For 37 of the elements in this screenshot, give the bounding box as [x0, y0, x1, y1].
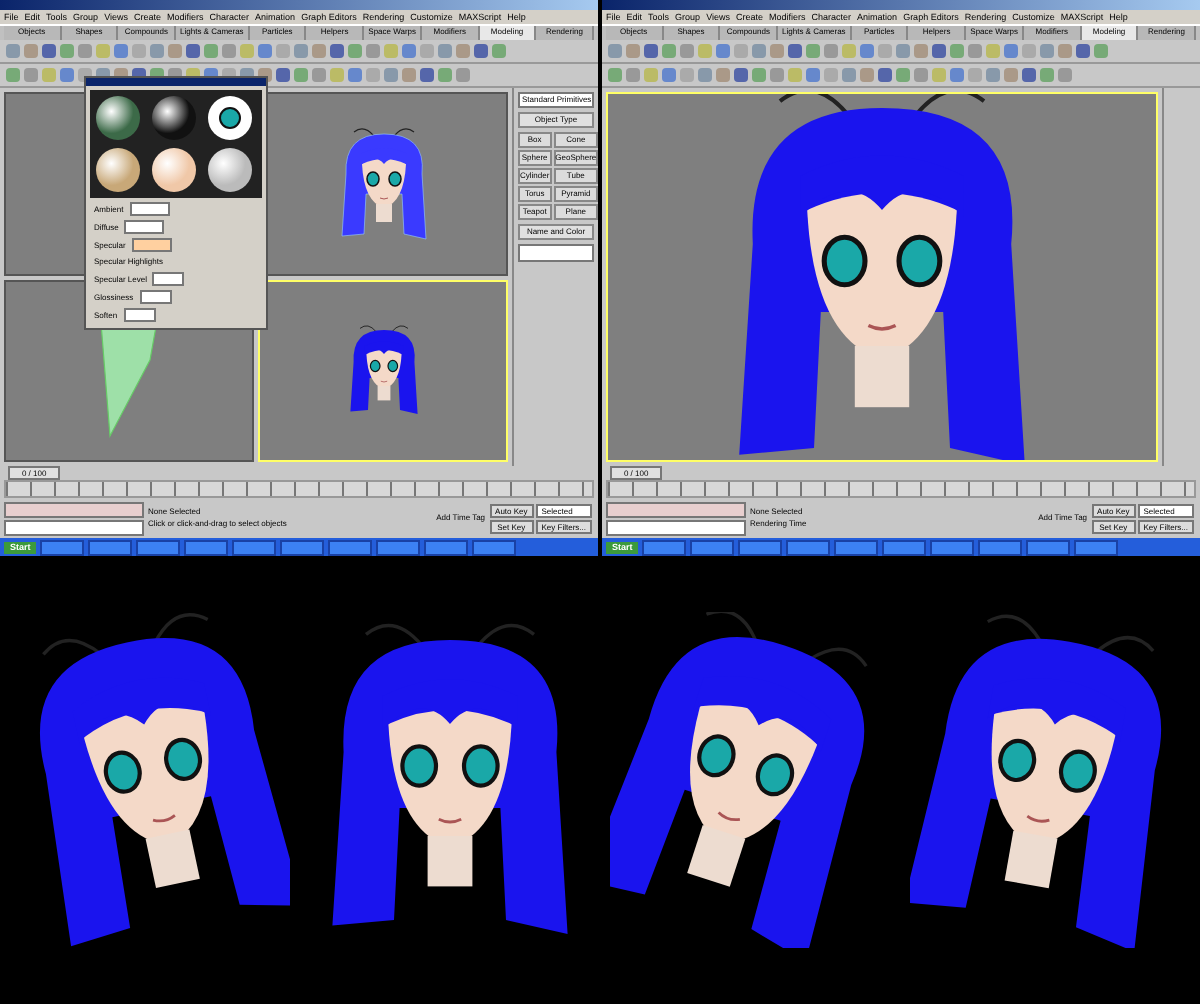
material-sample-sphere-icon[interactable]: [94, 146, 142, 194]
listener-field[interactable]: [606, 501, 746, 517]
listener-field[interactable]: [4, 519, 144, 535]
material-sample-sphere-icon[interactable]: [206, 146, 254, 194]
taskbar-button[interactable]: [930, 539, 975, 555]
taskbar-button[interactable]: [280, 539, 325, 555]
spinner-field[interactable]: [123, 308, 156, 322]
taskbar-button[interactable]: [328, 539, 373, 555]
taskbar-button[interactable]: [834, 539, 879, 555]
color-swatch[interactable]: [129, 202, 170, 216]
taskbar-button[interactable]: [738, 539, 783, 555]
name-field[interactable]: [518, 244, 594, 262]
taskbar-button[interactable]: [376, 539, 421, 555]
taskbar-button[interactable]: [136, 539, 181, 555]
taskbar-button[interactable]: [184, 539, 229, 555]
eye-sample-sphere-icon[interactable]: [206, 94, 254, 142]
taskbar-button[interactable]: [1026, 539, 1071, 555]
material-sample-sphere-icon[interactable]: [94, 94, 142, 142]
taskbar-button[interactable]: [424, 539, 469, 555]
taskbar-button[interactable]: [690, 539, 735, 555]
material-sample-sphere-icon[interactable]: [150, 146, 198, 194]
taskbar-button[interactable]: [88, 539, 133, 555]
taskbar-button[interactable]: [40, 539, 85, 555]
taskbar-button[interactable]: [882, 539, 927, 555]
color-swatch[interactable]: [124, 220, 165, 234]
color-swatch[interactable]: [131, 238, 172, 252]
listener-field[interactable]: [4, 501, 144, 517]
taskbar-button[interactable]: [472, 539, 517, 555]
taskbar-button[interactable]: [642, 539, 687, 555]
taskbar-button[interactable]: [1074, 539, 1119, 555]
material-sample-sphere-icon[interactable]: [150, 94, 198, 142]
listener-field[interactable]: [606, 519, 746, 535]
taskbar-button[interactable]: [232, 539, 277, 555]
spinner-field[interactable]: [152, 272, 185, 286]
taskbar-button[interactable]: [786, 539, 831, 555]
taskbar-button[interactable]: [978, 539, 1023, 555]
spinner-field[interactable]: [139, 290, 172, 304]
